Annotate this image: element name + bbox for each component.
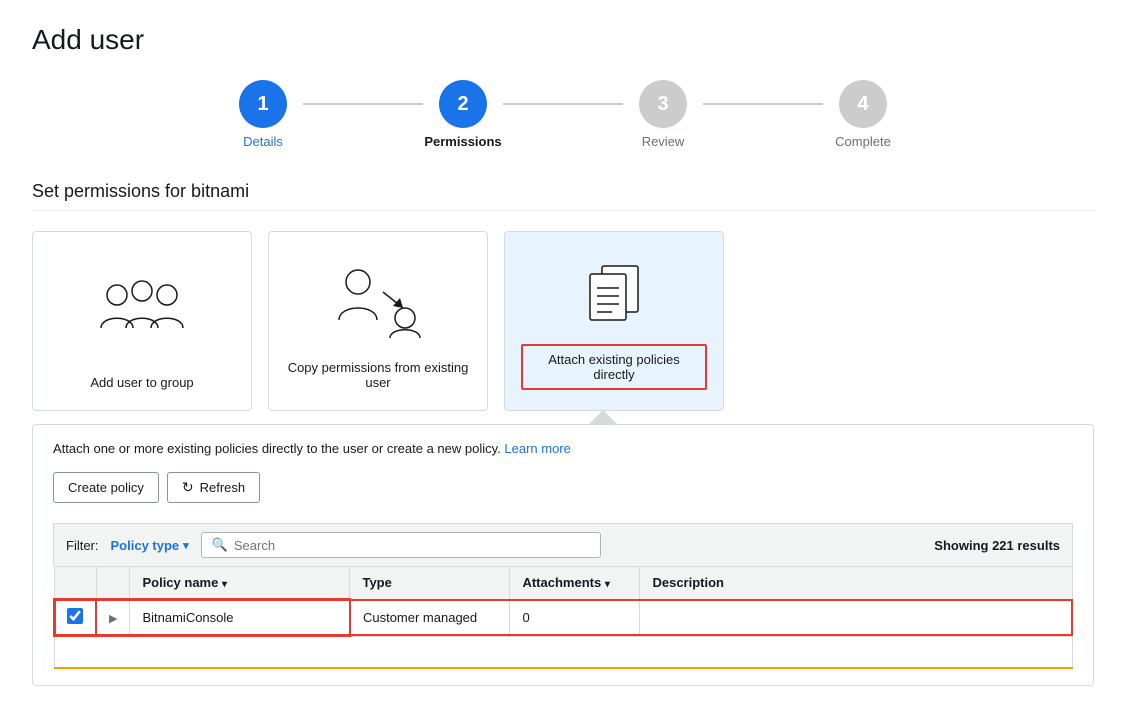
step-4-circle: 4 bbox=[839, 80, 887, 128]
step-2-circle: 2 bbox=[439, 80, 487, 128]
row-policy-name: BitnamiConsole bbox=[130, 599, 350, 636]
copy-permissions-icon bbox=[333, 252, 423, 348]
refresh-icon: ↻ bbox=[182, 479, 194, 496]
th-type: Type bbox=[350, 567, 510, 600]
expand-arrow-icon[interactable]: ▶ bbox=[109, 613, 117, 625]
stepper: 1 Details 2 Permissions 3 Review 4 Compl… bbox=[32, 80, 1094, 149]
row-description bbox=[640, 599, 1073, 636]
step-3-label: Review bbox=[623, 134, 703, 149]
row-checkbox-cell bbox=[54, 599, 96, 636]
learn-more-link[interactable]: Learn more bbox=[504, 441, 570, 456]
policy-table: Policy name ▾ Type Attachments ▾ Descrip… bbox=[53, 566, 1073, 669]
step-connector-2-3 bbox=[503, 103, 623, 105]
table-row-placeholder bbox=[54, 636, 1073, 668]
th-description: Description bbox=[640, 567, 1073, 600]
card-attach-policies-label: Attach existing policies directly bbox=[521, 344, 707, 390]
sort-arrow-name: ▾ bbox=[222, 579, 227, 590]
table-row: ▶ BitnamiConsole Customer managed 0 bbox=[54, 599, 1073, 636]
results-count: Showing 221 results bbox=[934, 538, 1060, 553]
page-title: Add user bbox=[32, 24, 1094, 56]
th-expand bbox=[96, 567, 130, 600]
policy-type-label: Policy type bbox=[111, 538, 180, 553]
step-2: 2 Permissions bbox=[423, 80, 503, 149]
action-buttons: Create policy ↻ Refresh bbox=[53, 472, 1073, 503]
card-copy-permissions-label: Copy permissions from existing user bbox=[285, 360, 471, 390]
row-checkbox[interactable] bbox=[67, 608, 83, 624]
th-attachments[interactable]: Attachments ▾ bbox=[510, 567, 640, 600]
section-title: Set permissions for bitnami bbox=[32, 181, 1094, 202]
permission-cards: Add user to group Copy permissions from … bbox=[32, 231, 1094, 411]
search-icon: 🔍 bbox=[212, 537, 228, 553]
attach-policies-icon bbox=[574, 252, 654, 344]
row-expand-cell: ▶ bbox=[96, 599, 130, 636]
row-attachments: 0 bbox=[510, 599, 640, 636]
step-4-label: Complete bbox=[823, 134, 903, 149]
search-input[interactable] bbox=[234, 538, 590, 553]
search-box: 🔍 bbox=[201, 532, 601, 558]
refresh-button[interactable]: ↻ Refresh bbox=[167, 472, 260, 503]
th-check bbox=[54, 567, 96, 600]
section-divider bbox=[32, 210, 1094, 211]
card-add-to-group-label: Add user to group bbox=[90, 375, 193, 390]
filter-row: Filter: Policy type ▾ 🔍 Showing 221 resu… bbox=[53, 523, 1073, 566]
step-3: 3 Review bbox=[623, 80, 703, 149]
chevron-down-icon: ▾ bbox=[183, 539, 189, 552]
step-connector-3-4 bbox=[703, 103, 823, 105]
add-to-group-icon bbox=[97, 252, 187, 363]
row-type: Customer managed bbox=[350, 599, 510, 636]
card-copy-permissions[interactable]: Copy permissions from existing user bbox=[268, 231, 488, 411]
step-4: 4 Complete bbox=[823, 80, 903, 149]
step-2-label: Permissions bbox=[423, 134, 503, 149]
sort-arrow-attachments: ▾ bbox=[605, 579, 610, 590]
policy-type-filter[interactable]: Policy type ▾ bbox=[111, 538, 189, 553]
step-connector-1-2 bbox=[303, 103, 423, 105]
filter-label: Filter: bbox=[66, 538, 99, 553]
step-1: 1 Details bbox=[223, 80, 303, 149]
step-1-circle: 1 bbox=[239, 80, 287, 128]
th-policy-name[interactable]: Policy name ▾ bbox=[130, 567, 350, 600]
create-policy-button[interactable]: Create policy bbox=[53, 472, 159, 503]
card-attach-policies[interactable]: Attach existing policies directly bbox=[504, 231, 724, 411]
policy-panel: Attach one or more existing policies dir… bbox=[32, 424, 1094, 686]
card-add-to-group[interactable]: Add user to group bbox=[32, 231, 252, 411]
step-3-circle: 3 bbox=[639, 80, 687, 128]
step-1-label: Details bbox=[223, 134, 303, 149]
attach-description: Attach one or more existing policies dir… bbox=[53, 441, 1073, 456]
